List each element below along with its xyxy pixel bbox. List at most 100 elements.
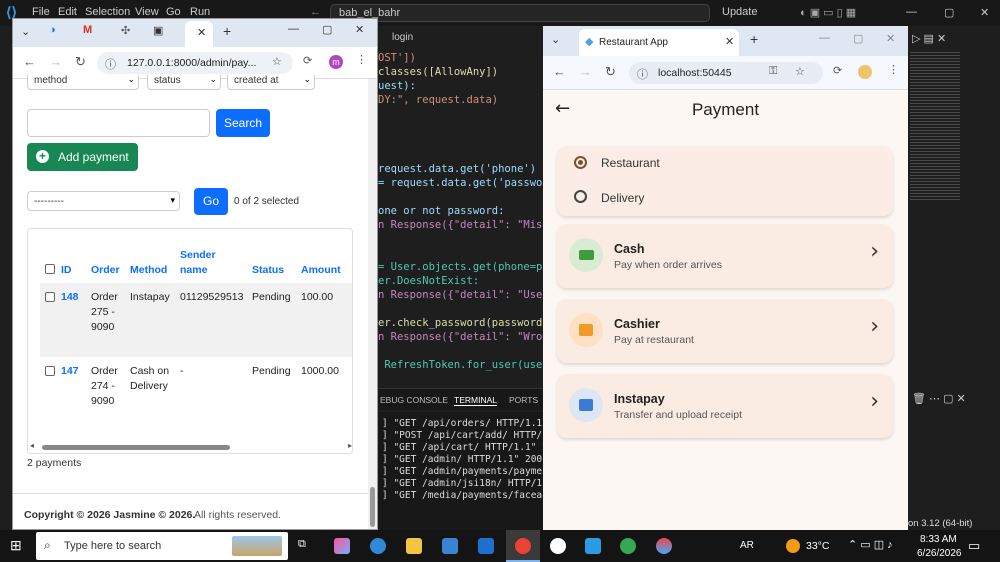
- minimize-icon[interactable]: —: [288, 23, 299, 35]
- table-row[interactable]: 148 Order 275 - 9090 Instapay 0112952951…: [40, 283, 352, 357]
- vertical-scrollbar[interactable]: [368, 79, 377, 529]
- profile-avatar[interactable]: m: [329, 55, 343, 69]
- go-button[interactable]: Go: [194, 188, 228, 215]
- scrollbar-thumb[interactable]: [370, 487, 375, 527]
- radio-unselected[interactable]: [574, 190, 587, 203]
- back-icon[interactable]: ←: [553, 64, 566, 79]
- status-python-version[interactable]: on 3.12 (64-bit): [908, 518, 972, 529]
- row-checkbox[interactable]: [45, 366, 55, 376]
- update-button[interactable]: Update: [722, 6, 757, 18]
- minimize-icon[interactable]: —: [906, 6, 917, 18]
- tab-favicon-icon[interactable]: ✣: [121, 24, 130, 37]
- password-key-icon[interactable]: ⚿: [769, 65, 777, 78]
- gmail-icon[interactable]: M: [83, 24, 92, 36]
- add-payment-button[interactable]: + Add payment: [27, 143, 138, 171]
- tab-favicon-icon[interactable]: ▣: [153, 24, 163, 37]
- reload-icon[interactable]: ↻: [75, 54, 86, 70]
- weather-temp[interactable]: 33°C: [806, 540, 829, 552]
- forward-icon[interactable]: →: [579, 64, 592, 79]
- close-tab-icon[interactable]: ✕: [725, 35, 734, 48]
- run-icon[interactable]: ▷ ▤ ✕: [912, 32, 946, 45]
- tab-search-icon[interactable]: ⌄: [551, 33, 560, 46]
- tab-search-icon[interactable]: ⌄: [21, 25, 30, 38]
- payment-method-cashier[interactable]: Cashier Pay at restaurant ›: [557, 299, 893, 363]
- new-tab-icon[interactable]: +: [223, 23, 231, 39]
- minimize-icon[interactable]: —: [819, 32, 830, 44]
- extension-icon[interactable]: ⟳: [833, 64, 842, 77]
- store-icon[interactable]: [442, 538, 458, 554]
- edge-icon[interactable]: [370, 538, 386, 554]
- radio-option-restaurant[interactable]: Restaurant: [557, 146, 893, 180]
- site-info-icon[interactable]: ⓘ: [105, 56, 116, 72]
- menu-view[interactable]: View: [135, 6, 159, 18]
- bookmark-star-icon[interactable]: ☆: [795, 65, 805, 78]
- tray-icons[interactable]: ⌃ ▭ ◫ ♪: [848, 538, 893, 551]
- clock-date[interactable]: 6/26/2026: [917, 548, 962, 559]
- close-icon[interactable]: ✕: [355, 23, 364, 36]
- radio-option-delivery[interactable]: Delivery: [557, 182, 893, 216]
- taskbar-chrome-active[interactable]: [506, 530, 540, 562]
- row-checkbox[interactable]: [45, 292, 55, 302]
- close-icon[interactable]: ✕: [980, 6, 989, 19]
- new-tab-icon[interactable]: +: [750, 31, 758, 47]
- language-indicator[interactable]: AR: [740, 540, 754, 551]
- clock-time[interactable]: 8:33 AM: [920, 534, 957, 545]
- minimap[interactable]: [910, 50, 960, 200]
- scrollbar-thumb[interactable]: [42, 445, 230, 450]
- extension-icon[interactable]: ⟳: [303, 54, 312, 67]
- terminal[interactable]: ] "GET /api/orders/ HTTP/1.1" 20 ] "POST…: [378, 412, 544, 530]
- tab-ports[interactable]: PORTS: [509, 395, 538, 405]
- close-icon[interactable]: ✕: [886, 32, 895, 45]
- maximize-icon[interactable]: ▢: [944, 6, 954, 19]
- url-bar[interactable]: ⓘ localhost:50445 ⚿ ☆: [629, 62, 823, 84]
- menu-edit[interactable]: Edit: [58, 6, 77, 18]
- maximize-icon[interactable]: ▢: [853, 32, 863, 45]
- table-row[interactable]: 147 Order 274 - 9090 Cash on Delivery - …: [40, 357, 352, 431]
- maximize-icon[interactable]: ▢: [322, 23, 332, 36]
- menu-kebab-icon[interactable]: ⋮: [356, 53, 367, 66]
- forward-icon[interactable]: →: [49, 54, 62, 69]
- file-explorer-icon[interactable]: [406, 538, 422, 554]
- horizontal-scrollbar[interactable]: ◂ ▸: [28, 441, 352, 453]
- col-method[interactable]: Method: [130, 264, 167, 276]
- code-editor[interactable]: OST']) classes([AllowAny]) uest): DY:", …: [378, 52, 544, 412]
- outlook-icon[interactable]: [478, 538, 494, 554]
- tab-debug-console[interactable]: EBUG CONSOLE: [380, 395, 448, 405]
- col-order[interactable]: Order: [91, 264, 120, 276]
- filter-method[interactable]: method ⌄: [27, 74, 139, 90]
- weather-sun-icon[interactable]: [786, 539, 800, 553]
- col-amount[interactable]: Amount: [301, 264, 341, 276]
- windows-start-icon[interactable]: ⊞: [10, 537, 22, 554]
- payment-method-cash[interactable]: Cash Pay when order arrives ›: [557, 224, 893, 288]
- filter-status[interactable]: status ⌄: [147, 74, 221, 90]
- action-select[interactable]: --------- ▾: [27, 191, 180, 211]
- app-icon[interactable]: [656, 538, 672, 554]
- copilot-icon[interactable]: [334, 538, 350, 554]
- menu-file[interactable]: File: [32, 6, 50, 18]
- reload-icon[interactable]: ↻: [605, 64, 616, 80]
- nav-back-icon[interactable]: ←: [310, 6, 321, 18]
- active-tab[interactable]: ✕: [185, 21, 213, 47]
- taskbar-search-box[interactable]: ⌕ Type here to search: [36, 532, 288, 560]
- profile-avatar[interactable]: [858, 65, 872, 79]
- url-bar[interactable]: ⓘ 127.0.0.1:8000/admin/pay... ☆: [97, 52, 293, 74]
- search-input[interactable]: [27, 109, 210, 137]
- site-info-icon[interactable]: ⓘ: [637, 66, 648, 82]
- menu-kebab-icon[interactable]: ⋮: [888, 63, 899, 76]
- col-sender-name[interactable]: Sender name: [180, 248, 230, 278]
- editor-tab-login[interactable]: login: [392, 32, 413, 43]
- layout-icons[interactable]: ◐ ▣ ▭ ▯ ▦: [800, 6, 856, 19]
- col-status[interactable]: Status: [252, 264, 284, 276]
- search-button[interactable]: Search: [216, 109, 270, 137]
- select-all-checkbox[interactable]: [45, 264, 55, 274]
- filter-created-at[interactable]: created at ⌄: [227, 74, 315, 90]
- payment-method-instapay[interactable]: Instapay Transfer and upload receipt ›: [557, 374, 893, 438]
- chrome-dev-icon[interactable]: [550, 538, 566, 554]
- col-id[interactable]: ID: [61, 264, 72, 276]
- tab-terminal[interactable]: TERMINAL: [454, 395, 497, 406]
- notification-icon[interactable]: ▭: [968, 538, 980, 554]
- panel-actions[interactable]: 🗑 ⋯ ▢ ✕: [912, 392, 966, 405]
- vscode-icon[interactable]: [585, 538, 601, 554]
- tab-favicon-icon[interactable]: ◑: [49, 24, 56, 36]
- chrome-icon[interactable]: [620, 538, 636, 554]
